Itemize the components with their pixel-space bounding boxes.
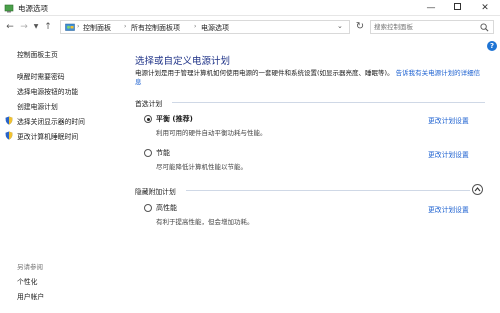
section-divider [186,190,470,191]
breadcrumb-separator: › [194,23,197,30]
main-content: 选择或自定义电源计划 电源计划是用于管理计算机如何使用电源的一套硬件和系统设置(… [130,38,490,313]
sidebar-item-label: 更改计算机睡眠时间 [17,133,79,141]
search-input[interactable] [374,21,478,33]
up-button[interactable]: ↑ [42,21,54,33]
control-panel-icon [65,23,75,31]
breadcrumb-all-items[interactable]: 所有控制面板项 [131,23,180,33]
plan-balanced-change-link[interactable]: 更改计划设置 [428,115,469,125]
plan-high-performance-name[interactable]: 高性能 [156,203,177,213]
plan-balanced-radio[interactable] [144,115,152,123]
plan-power-saver-name[interactable]: 节能 [156,148,170,158]
maximize-button[interactable] [444,0,470,16]
chevron-up-icon [474,187,481,192]
plan-high-performance-radio[interactable] [144,204,152,212]
sidebar-item-power-button[interactable]: 选择电源按钮的功能 [17,86,78,96]
forward-button[interactable]: → [18,21,30,33]
intro-text: 电源计划是用于管理计算机如何使用电源的一套硬件和系统设置(如显示器亮度、睡眠等)… [135,69,485,87]
refresh-button[interactable]: ↻ [354,22,366,34]
preferred-plans-heading: 首选计划 [135,100,163,108]
sidebar-item-display-off[interactable]: 选择关闭显示器的时间 [5,116,85,126]
sidebar-home-link[interactable]: 控制面板主页 [17,49,58,59]
minimize-button[interactable]: — [418,0,444,16]
search-icon [480,23,489,32]
plan-balanced-description: 利用可用的硬件自动平衡功耗与性能。 [156,129,267,137]
plan-high-performance-description: 有利于提高性能，但会增加功耗。 [156,218,254,226]
sidebar-item-sleep-time[interactable]: 更改计算机睡眠时间 [5,131,79,141]
address-bar[interactable]: › 控制面板 › 所有控制面板项 › 电源选项 ⌄ [60,20,350,34]
maximize-icon [453,3,461,10]
shield-icon [5,131,13,140]
sidebar: 控制面板主页 唤醒时需要密码 选择电源按钮的功能 创建电源计划 选择关闭显示器的… [0,38,122,313]
plan-high-performance-change-link[interactable]: 更改计划设置 [428,204,469,214]
plan-power-saver-description: 尽可能降低计算机性能以节能。 [156,163,247,171]
shield-icon [5,116,13,125]
address-dropdown-icon[interactable]: ⌄ [337,22,343,30]
sidebar-item-personalization[interactable]: 个性化 [17,276,37,286]
breadcrumb-separator: › [77,23,80,30]
sidebar-item-label: 选择关闭显示器的时间 [17,118,85,126]
title-bar: 电源选项 — ✕ [0,0,500,16]
breadcrumb-power-options[interactable]: 电源选项 [201,23,229,33]
close-button[interactable]: ✕ [470,0,500,16]
sidebar-item-user-accounts[interactable]: 用户帐户 [17,291,44,301]
hidden-plans-heading[interactable]: 隐藏附加计划 [135,186,176,196]
plan-power-saver-radio[interactable] [144,149,152,157]
recent-locations-button[interactable]: ▼ [30,21,42,33]
navigation-bar: ← → ▼ ↑ › 控制面板 › 所有控制面板项 › 电源选项 ⌄ ↻ [0,17,500,37]
section-divider [172,102,485,103]
power-options-icon [4,4,14,13]
collapse-hidden-plans-button[interactable] [472,184,483,195]
plan-balanced-name[interactable]: 平衡 (推荐) [156,114,193,124]
window-title: 电源选项 [18,4,48,13]
breadcrumb-control-panel[interactable]: 控制面板 [83,23,111,33]
breadcrumb-separator: › [124,23,127,30]
back-button[interactable]: ← [4,21,16,33]
sidebar-item-create-plan[interactable]: 创建电源计划 [17,101,58,111]
page-title: 选择或自定义电源计划 [135,56,231,67]
search-box[interactable] [370,20,494,34]
see-also-heading: 另请参阅 [17,263,43,271]
sidebar-item-wake-password[interactable]: 唤醒时需要密码 [17,71,65,81]
plan-power-saver-change-link[interactable]: 更改计划设置 [428,149,469,159]
intro-description: 电源计划是用于管理计算机如何使用电源的一套硬件和系统设置(如显示器亮度、睡眠等)… [135,69,394,77]
